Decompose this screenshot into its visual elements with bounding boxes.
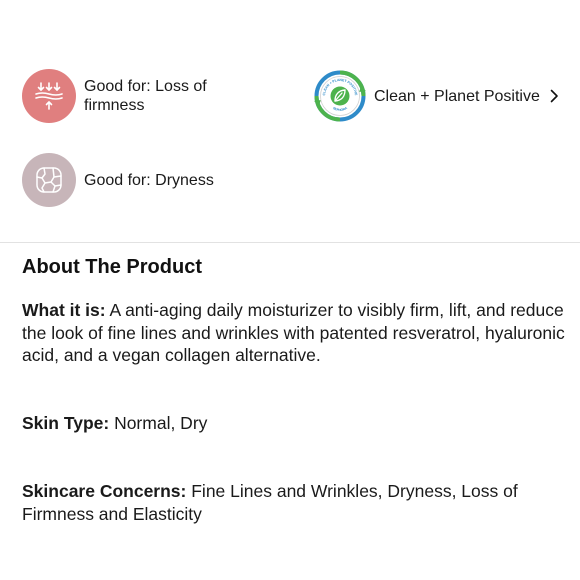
what-it-is-paragraph: What it is: A anti-aging daily moisturiz… <box>22 299 567 367</box>
skincare-concerns-paragraph: Skincare Concerns: Fine Lines and Wrinkl… <box>22 480 567 525</box>
firmness-arrows-icon <box>22 69 76 123</box>
clean-planet-leaf-icon: CLEAN + PLANET POSITIVE SEPHORA <box>314 70 366 122</box>
section-divider <box>0 242 580 243</box>
clean-planet-positive-link[interactable]: CLEAN + PLANET POSITIVE SEPHORA Clean + … <box>314 70 559 122</box>
badge-label-firmness: Good for: Loss of firmness <box>84 78 207 114</box>
product-details-page: Good for: Loss of firmness Good for: Dry… <box>0 0 580 580</box>
chevron-right-icon <box>550 89 559 103</box>
skin-type-label: Skin Type: <box>22 413 110 433</box>
badge-label-dryness: Good for: Dryness <box>84 171 214 189</box>
badge-good-for-dryness: Good for: Dryness <box>22 153 214 207</box>
what-it-is-label: What it is: <box>22 300 106 320</box>
skin-type-text: Normal, Dry <box>109 413 208 433</box>
badge-good-for-firmness: Good for: Loss of firmness <box>22 69 214 123</box>
clean-planet-label: Clean + Planet Positive <box>374 87 540 105</box>
skin-type-paragraph: Skin Type: Normal, Dry <box>22 412 567 435</box>
about-section-title: About The Product <box>22 256 202 278</box>
dry-skin-cracks-icon <box>22 153 76 207</box>
skincare-concerns-label: Skincare Concerns: <box>22 481 187 501</box>
